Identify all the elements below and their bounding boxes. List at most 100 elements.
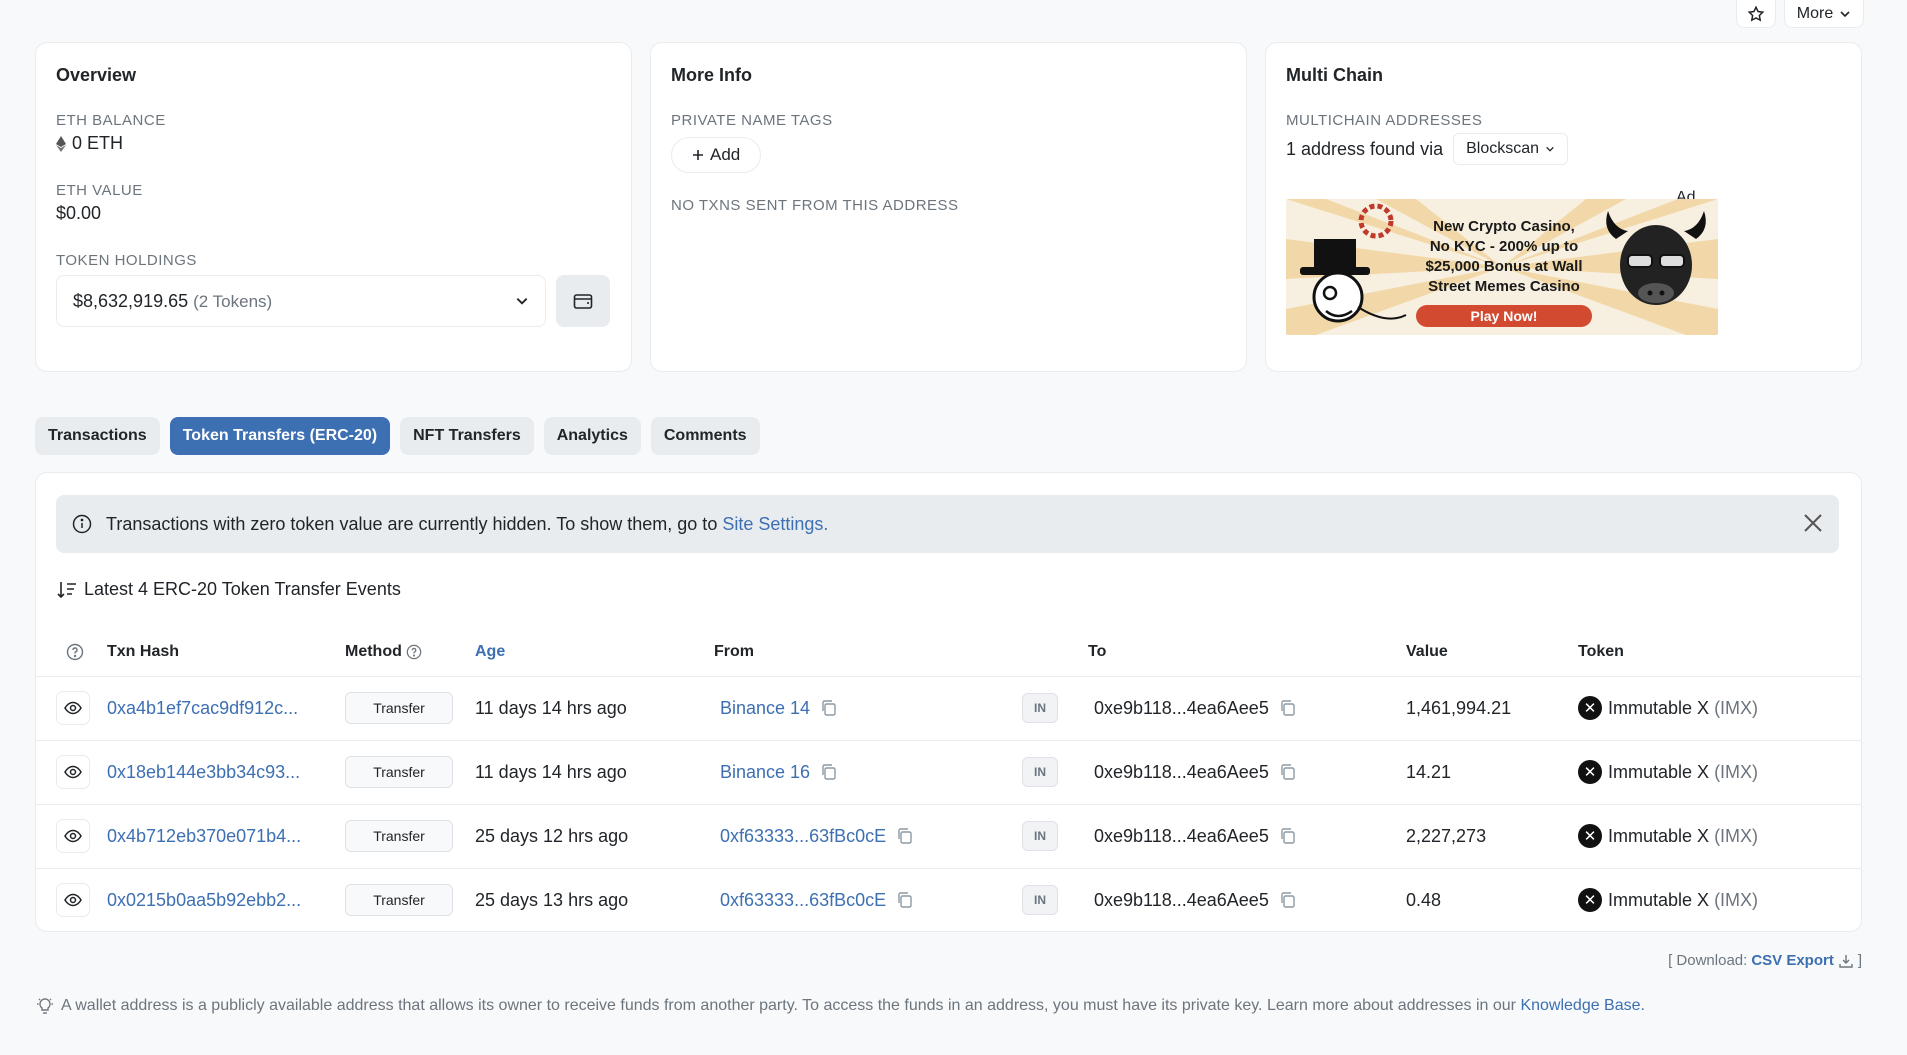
tab-bar: Transactions Token Transfers (ERC-20) NF… — [35, 417, 760, 455]
ad-line-2: No KYC - 200% up to — [1430, 238, 1578, 255]
row-to-cell: 0xe9b118...4ea6Aee5 — [1088, 740, 1406, 805]
more-info-title: More Info — [671, 65, 752, 85]
copy-icon[interactable] — [896, 827, 914, 845]
row-to-cell: 0xe9b118...4ea6Aee5 — [1088, 676, 1406, 741]
tab-transactions[interactable]: Transactions — [35, 417, 160, 455]
more-info-card: More Info PRIVATE NAME TAGS Add NO TXNS … — [650, 42, 1247, 372]
row-from-cell: Binance 14 — [714, 676, 1022, 741]
tab-comments[interactable]: Comments — [650, 417, 760, 455]
events-title: Latest 4 ERC-20 Token Transfer Events — [84, 579, 401, 599]
multi-chain-title: Multi Chain — [1286, 65, 1383, 85]
token-symbol: (IMX) — [1714, 889, 1759, 910]
copy-icon[interactable] — [820, 699, 838, 717]
token-name: Immutable X — [1608, 761, 1710, 782]
token-name: Immutable X — [1608, 697, 1710, 718]
tab-nft-transfers[interactable]: NFT Transfers — [400, 417, 534, 455]
row-age: 11 days 14 hrs ago — [475, 740, 714, 805]
txn-hash-link[interactable]: 0x0215b0aa5b92ebb2... — [107, 868, 345, 932]
token-holdings-count: (2 Tokens) — [193, 291, 273, 311]
alert-close-button[interactable] — [1799, 509, 1827, 537]
eye-icon — [64, 893, 82, 907]
copy-icon[interactable] — [820, 763, 838, 781]
ad-artwork: New Crypto Casino, No KYC - 200% up to $… — [1286, 199, 1718, 335]
question-circle-icon[interactable] — [66, 643, 84, 661]
copy-icon[interactable] — [896, 891, 914, 909]
immutable-x-icon: ✕ — [1578, 888, 1602, 913]
row-to-cell: 0xe9b118...4ea6Aee5 — [1088, 804, 1406, 869]
token-transfers-table: Txn Hash Method Age From To Value Token … — [36, 628, 1861, 932]
eth-value-label: ETH VALUE — [56, 182, 143, 199]
eth-balance-value: 0 ETH — [72, 133, 124, 153]
preview-button[interactable] — [56, 883, 90, 918]
download-prefix: [ Download: — [1668, 952, 1748, 969]
preview-button[interactable] — [56, 755, 90, 789]
copy-icon[interactable] — [1279, 699, 1297, 717]
txn-hash-link[interactable]: 0xa4b1ef7cac9df912c... — [107, 676, 345, 741]
token-holdings-value: $8,632,919.65 — [73, 290, 189, 311]
multi-chain-card: Multi Chain MULTICHAIN ADDRESSES 1 addre… — [1265, 42, 1862, 372]
csv-download: [ Download: CSV Export ] — [1668, 952, 1862, 969]
row-age: 11 days 14 hrs ago — [475, 676, 714, 741]
row-token-cell: ✕ Immutable X (IMX) — [1578, 740, 1861, 805]
token-holdings-label: TOKEN HOLDINGS — [56, 252, 197, 269]
header-to: To — [1088, 628, 1406, 677]
preview-button[interactable] — [56, 691, 90, 725]
from-address-link[interactable]: Binance 16 — [720, 762, 810, 783]
immutable-x-icon: ✕ — [1578, 824, 1602, 848]
to-address: 0xe9b118...4ea6Aee5 — [1094, 825, 1269, 846]
tab-token-transfers[interactable]: Token Transfers (ERC-20) — [169, 417, 391, 455]
site-settings-link[interactable]: Site Settings. — [722, 514, 828, 534]
header-txn-hash: Txn Hash — [107, 628, 345, 677]
immutable-x-icon: ✕ — [1578, 696, 1602, 720]
copy-icon[interactable] — [1279, 763, 1297, 781]
wallet-icon — [573, 294, 593, 309]
top-actions: More — [1736, 0, 1864, 28]
from-address-link[interactable]: 0xf63333...63fBc0cE — [720, 826, 886, 847]
direction-badge: IN — [1022, 693, 1058, 723]
blockscan-dropdown[interactable]: Blockscan — [1453, 133, 1569, 165]
row-method-cell: Transfer — [345, 740, 475, 805]
csv-export-link[interactable]: CSV Export — [1751, 952, 1834, 969]
blockscan-label: Blockscan — [1466, 140, 1540, 157]
method-badge: Transfer — [345, 692, 453, 724]
header-direction — [1022, 628, 1088, 677]
tab-analytics[interactable]: Analytics — [543, 417, 641, 455]
eth-balance-label: ETH BALANCE — [56, 112, 166, 129]
eye-icon — [64, 829, 82, 843]
token-link[interactable]: Immutable X (IMX) — [1608, 698, 1758, 719]
table-row: 0xa4b1ef7cac9df912c... Transfer 11 days … — [36, 676, 1861, 741]
copy-icon[interactable] — [1279, 891, 1297, 909]
chevron-down-icon — [1546, 146, 1554, 152]
token-link[interactable]: Immutable X (IMX) — [1608, 890, 1758, 911]
table-header-row: Txn Hash Method Age From To Value Token — [36, 628, 1861, 677]
preview-button[interactable] — [56, 819, 90, 853]
knowledge-base-link[interactable]: Knowledge Base. — [1520, 997, 1645, 1014]
copy-icon[interactable] — [1279, 827, 1297, 845]
token-holdings-dropdown[interactable]: $8,632,919.65 (2 Tokens) — [56, 275, 546, 327]
casino-ad-banner[interactable]: New Crypto Casino, No KYC - 200% up to $… — [1286, 199, 1718, 335]
more-button[interactable]: More — [1784, 0, 1864, 28]
immutable-x-icon: ✕ — [1578, 760, 1602, 784]
header-age[interactable]: Age — [475, 628, 714, 677]
token-symbol: (IMX) — [1714, 697, 1759, 718]
question-circle-icon[interactable] — [406, 644, 422, 660]
row-age: 25 days 12 hrs ago — [475, 804, 714, 869]
txn-hash-link[interactable]: 0x4b712eb370e071b4... — [107, 804, 345, 869]
txn-hash-link[interactable]: 0x18eb144e3bb34c93... — [107, 740, 345, 805]
plus-icon — [693, 150, 703, 160]
wallet-button[interactable] — [556, 275, 610, 327]
to-address: 0xe9b118...4ea6Aee5 — [1094, 889, 1269, 910]
ad-line-4: Street Memes Casino — [1428, 278, 1580, 295]
private-name-tags-label: PRIVATE NAME TAGS — [671, 112, 833, 129]
from-address-link[interactable]: Binance 14 — [720, 698, 810, 719]
favorite-button[interactable] — [1736, 0, 1776, 28]
add-name-tag-button[interactable]: Add — [671, 137, 762, 173]
from-address-link[interactable]: 0xf63333...63fBc0cE — [720, 890, 886, 911]
download-icon[interactable] — [1838, 953, 1854, 969]
multichain-found-text: 1 address found via — [1286, 138, 1444, 159]
token-link[interactable]: Immutable X (IMX) — [1608, 826, 1758, 847]
summary-cards: Overview ETH BALANCE 0 ETH ETH VALUE $0.… — [35, 42, 1862, 372]
events-heading: Latest 4 ERC-20 Token Transfer Events — [56, 579, 401, 600]
token-link[interactable]: Immutable X (IMX) — [1608, 762, 1758, 783]
chevron-down-icon — [516, 298, 528, 305]
